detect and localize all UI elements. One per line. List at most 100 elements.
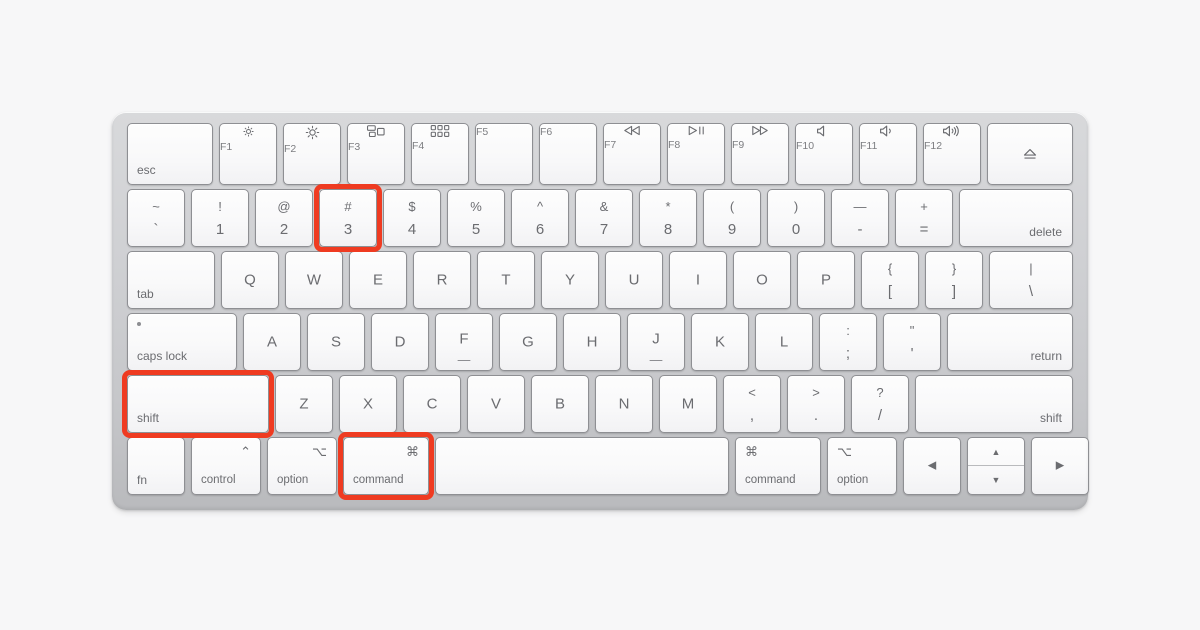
key-semicolon[interactable]: : ; bbox=[819, 313, 877, 371]
key-comma[interactable]: < , bbox=[723, 375, 781, 433]
key-2[interactable]: @ 2 bbox=[255, 189, 313, 247]
key-5[interactable]: % 5 bbox=[447, 189, 505, 247]
key-backtick-label: ` bbox=[153, 221, 159, 238]
key-f4[interactable]: F4 bbox=[411, 123, 469, 185]
key-option-right[interactable]: ⌥ option bbox=[827, 437, 897, 495]
key-shift-right[interactable]: shift bbox=[915, 375, 1073, 433]
key-arrow-right[interactable]: ▶ bbox=[1031, 437, 1089, 495]
arrow-down-icon[interactable]: ▼ bbox=[968, 465, 1024, 494]
key-g[interactable]: G bbox=[499, 313, 557, 371]
key-f11[interactable]: F11 bbox=[859, 123, 917, 185]
key-c[interactable]: C bbox=[403, 375, 461, 433]
key-j[interactable]: J bbox=[627, 313, 685, 371]
key-7[interactable]: & 7 bbox=[575, 189, 633, 247]
key-delete[interactable]: delete bbox=[959, 189, 1073, 247]
key-bracket-right[interactable]: } ] bbox=[925, 251, 983, 309]
key-f9[interactable]: F9 bbox=[731, 123, 789, 185]
key-bracket-left[interactable]: { [ bbox=[861, 251, 919, 309]
key-l[interactable]: L bbox=[755, 313, 813, 371]
key-backtick[interactable]: ~ ` bbox=[127, 189, 185, 247]
key-c-label: C bbox=[426, 395, 438, 413]
key-w[interactable]: W bbox=[285, 251, 343, 309]
key-quote-label: ' bbox=[910, 345, 914, 362]
key-4-label: 4 bbox=[407, 221, 417, 238]
key-h[interactable]: H bbox=[563, 313, 621, 371]
key-f4-label: F4 bbox=[412, 140, 425, 152]
key-period[interactable]: > . bbox=[787, 375, 845, 433]
key-f[interactable]: F bbox=[435, 313, 493, 371]
key-s[interactable]: S bbox=[307, 313, 365, 371]
key-t[interactable]: T bbox=[477, 251, 535, 309]
key-f7[interactable]: F7 bbox=[603, 123, 661, 185]
command-symbol-icon: ⌘ bbox=[745, 444, 758, 459]
key-r[interactable]: R bbox=[413, 251, 471, 309]
key-9[interactable]: ( 9 bbox=[703, 189, 761, 247]
key-backslash[interactable]: | \ bbox=[989, 251, 1073, 309]
key-fn[interactable]: fn bbox=[127, 437, 185, 495]
key-e[interactable]: E bbox=[349, 251, 407, 309]
key-o[interactable]: O bbox=[733, 251, 791, 309]
key-backslash-label: \ bbox=[1028, 283, 1034, 300]
option-symbol-icon: ⌥ bbox=[312, 444, 327, 459]
key-3[interactable]: # 3 bbox=[319, 189, 377, 247]
key-k[interactable]: K bbox=[691, 313, 749, 371]
key-f3[interactable]: F3 bbox=[347, 123, 405, 185]
key-slash[interactable]: ? / bbox=[851, 375, 909, 433]
key-f12[interactable]: F12 bbox=[923, 123, 981, 185]
key-space[interactable] bbox=[435, 437, 729, 495]
key-command-left[interactable]: ⌘ command bbox=[343, 437, 429, 495]
key-v-label: V bbox=[490, 395, 501, 413]
key-f1[interactable]: F1 bbox=[219, 123, 277, 185]
key-minus-shift-label: — bbox=[853, 199, 867, 214]
arrow-right-icon: ▶ bbox=[1055, 459, 1065, 472]
key-minus[interactable]: — - bbox=[831, 189, 889, 247]
key-f8[interactable]: F8 bbox=[667, 123, 725, 185]
key-period-label: . bbox=[813, 407, 819, 424]
key-option-left[interactable]: ⌥ option bbox=[267, 437, 337, 495]
key-z[interactable]: Z bbox=[275, 375, 333, 433]
key-n[interactable]: N bbox=[595, 375, 653, 433]
key-esc[interactable]: esc bbox=[127, 123, 213, 185]
key-q-label: Q bbox=[244, 271, 256, 289]
key-control[interactable]: ⌃ control bbox=[191, 437, 261, 495]
key-tab[interactable]: tab bbox=[127, 251, 215, 309]
key-v[interactable]: V bbox=[467, 375, 525, 433]
key-quote[interactable]: " ' bbox=[883, 313, 941, 371]
key-f10[interactable]: F10 bbox=[795, 123, 853, 185]
key-eject[interactable] bbox=[987, 123, 1073, 185]
key-b[interactable]: B bbox=[531, 375, 589, 433]
key-bracket-left-label: [ bbox=[887, 283, 893, 300]
key-p[interactable]: P bbox=[797, 251, 855, 309]
key-a[interactable]: A bbox=[243, 313, 301, 371]
key-caps-lock-label: caps lock bbox=[137, 349, 188, 363]
key-arrow-up-down[interactable]: ▲ ▼ bbox=[967, 437, 1025, 495]
key-m[interactable]: M bbox=[659, 375, 717, 433]
key-return[interactable]: return bbox=[947, 313, 1073, 371]
arrow-up-icon[interactable]: ▲ bbox=[968, 438, 1024, 466]
key-f2[interactable]: F2 bbox=[283, 123, 341, 185]
control-symbol-icon: ⌃ bbox=[240, 444, 251, 459]
key-command-right[interactable]: ⌘ command bbox=[735, 437, 821, 495]
key-y[interactable]: Y bbox=[541, 251, 599, 309]
key-1[interactable]: ! 1 bbox=[191, 189, 249, 247]
key-k-label: K bbox=[714, 333, 725, 351]
key-l-label: L bbox=[779, 333, 789, 351]
key-i[interactable]: I bbox=[669, 251, 727, 309]
key-6[interactable]: ^ 6 bbox=[511, 189, 569, 247]
key-equal[interactable]: + = bbox=[895, 189, 953, 247]
key-q[interactable]: Q bbox=[221, 251, 279, 309]
key-m-label: M bbox=[681, 395, 695, 413]
key-f5[interactable]: F5 bbox=[475, 123, 533, 185]
key-d[interactable]: D bbox=[371, 313, 429, 371]
key-shift-left[interactable]: shift bbox=[127, 375, 269, 433]
key-f12-label: F12 bbox=[924, 140, 943, 152]
key-x[interactable]: X bbox=[339, 375, 397, 433]
key-caps-lock[interactable]: caps lock bbox=[127, 313, 237, 371]
key-arrow-left[interactable]: ◀ bbox=[903, 437, 961, 495]
key-1-shift-label: ! bbox=[218, 199, 222, 214]
key-0[interactable]: ) 0 bbox=[767, 189, 825, 247]
key-f6[interactable]: F6 bbox=[539, 123, 597, 185]
key-8[interactable]: * 8 bbox=[639, 189, 697, 247]
key-u[interactable]: U bbox=[605, 251, 663, 309]
key-4[interactable]: $ 4 bbox=[383, 189, 441, 247]
